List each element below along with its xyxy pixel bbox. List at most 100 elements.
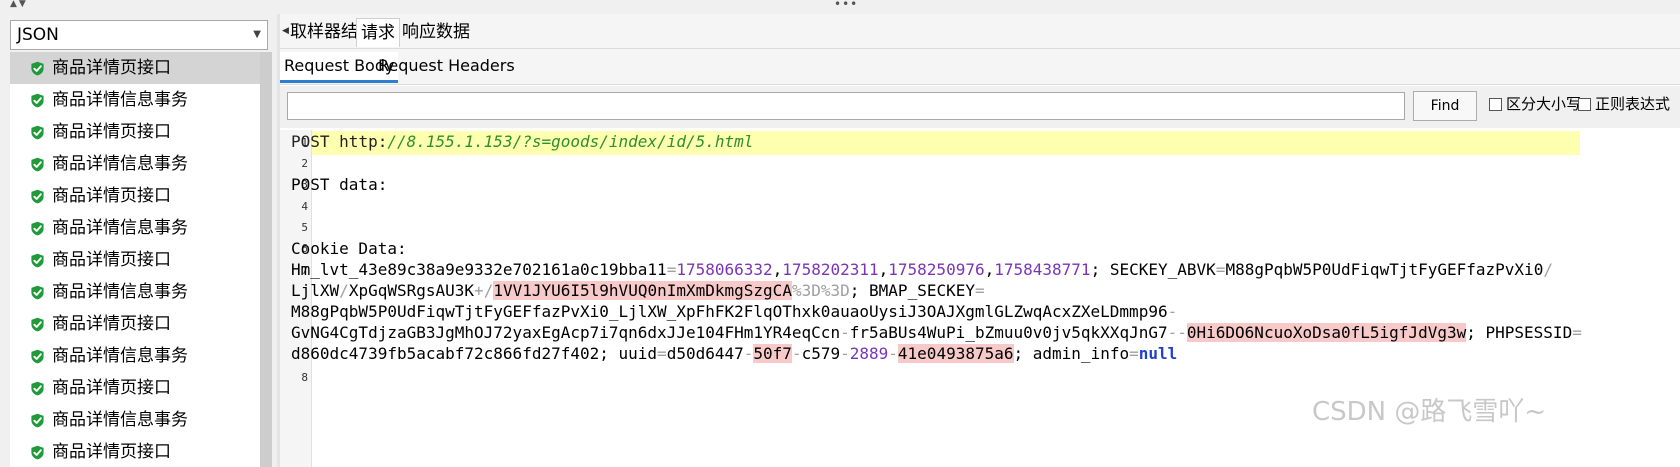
- result-tree-item[interactable]: 商品详情页接口: [10, 116, 260, 148]
- watermark: CSDN @路飞雪吖~: [1312, 397, 1547, 427]
- result-tree-item[interactable]: 商品详情页接口: [10, 372, 260, 404]
- code-token: %3D: [791, 281, 821, 300]
- result-tree-item[interactable]: 商品详情页接口: [10, 436, 260, 467]
- code-token: =: [1572, 323, 1582, 342]
- code-token: /: [483, 281, 494, 300]
- success-shield-icon: [31, 349, 44, 364]
- result-tree-item-label: 商品详情页接口: [52, 58, 171, 78]
- success-shield-icon: [31, 413, 44, 428]
- code-token: =: [975, 281, 985, 300]
- result-tree-item[interactable]: 商品详情页接口: [10, 244, 260, 276]
- chevron-down-icon[interactable]: ▼: [253, 21, 261, 49]
- success-shield-icon: [31, 285, 44, 300]
- result-tree-item[interactable]: 商品详情页接口: [10, 52, 260, 84]
- results-tree-panel: JSON ▼ 商品详情页接口 商品详情信息事务 商品详情页接口 商品详情信息事务 商品详…: [0, 14, 277, 467]
- success-shield-icon: [31, 317, 44, 332]
- success-shield-icon: [31, 221, 44, 236]
- line-number: 8: [301, 371, 308, 384]
- result-tabs: ◀ 取样器结果 请求 响应数据: [280, 14, 1680, 49]
- code-line-7e: d860dc4739fb5acabf72c866fd27f402; uuid=d…: [291, 343, 1177, 364]
- result-tree-item[interactable]: 商品详情信息事务: [10, 404, 260, 436]
- code-token: ; PHPSESSID: [1466, 323, 1573, 342]
- code-token: LjlXW: [291, 281, 340, 300]
- success-shield-icon: [31, 253, 44, 268]
- line-number: 5: [301, 221, 308, 234]
- code-token: 1758066332: [676, 260, 773, 279]
- code-token: 0Hi6DO6NcuoXoDsa0fL5igfJdVg3w: [1186, 323, 1467, 342]
- code-token: ,: [984, 260, 995, 279]
- code-token: =: [666, 260, 677, 279]
- code-token: /: [1543, 260, 1553, 279]
- code-token: =: [1129, 344, 1139, 363]
- result-tree-item-label: 商品详情页接口: [52, 378, 171, 398]
- top-splitter[interactable]: ▲▼ •••: [0, 0, 1680, 15]
- code-token: -: [840, 344, 850, 363]
- splitter-grip-icon[interactable]: •••: [834, 0, 858, 11]
- success-shield-icon: [31, 93, 44, 108]
- result-tree-item[interactable]: 商品详情页接口: [10, 180, 260, 212]
- code-token: Cookie Data:: [291, 239, 407, 258]
- regex-label: 正则表达式: [1595, 95, 1671, 113]
- collapse-arrows-icon[interactable]: ▲▼: [10, 0, 28, 9]
- code-line-7d: GvNG4CgTdjzaGB3JgMhOJ72yaxEgAcp7i7qn6dxJ…: [291, 322, 1582, 343]
- code-token: Hm_lvt_43e89c38a9e9332e702161a0c19bba11: [291, 260, 667, 279]
- code-token: fr5aBUs4WuPi_bZmuu0v0jv5qkXXqJnG7: [849, 323, 1168, 342]
- success-shield-icon: [31, 381, 44, 396]
- result-tree-item[interactable]: 商品详情信息事务: [10, 276, 260, 308]
- result-tree-item-label: 商品详情信息事务: [52, 90, 188, 110]
- result-tree-item-label: 商品详情信息事务: [52, 218, 188, 238]
- code-token: M88gPqbW5P0UdFiqwTjtFyGEFfazPvXi0: [1225, 260, 1544, 279]
- code-token: =: [657, 344, 667, 363]
- search-input[interactable]: [287, 92, 1405, 120]
- code-token: %3D: [820, 281, 850, 300]
- result-tree-item-label: 商品详情信息事务: [52, 346, 188, 366]
- code-token: 1758202311: [782, 260, 879, 279]
- code-token: ; uuid: [599, 344, 658, 363]
- result-tree-item[interactable]: 商品详情信息事务: [10, 148, 260, 180]
- code-token: 1758438771: [994, 260, 1091, 279]
- case-sensitive-checkbox[interactable]: [1489, 98, 1502, 111]
- code-token: -: [840, 323, 850, 342]
- result-tree-item-label: 商品详情页接口: [52, 314, 171, 334]
- search-bar: Find 区分大小写 正则表达式: [280, 86, 1680, 128]
- code-line-7b: LjlXW/XpGqWSRgsAU3K+/1VV1JYU6I5l9hVUQ0nI…: [291, 280, 985, 301]
- code-token: POST: [291, 132, 340, 151]
- code-token: ,: [878, 260, 889, 279]
- result-tree-item-label: 商品详情页接口: [52, 186, 171, 206]
- success-shield-icon: [31, 125, 44, 140]
- code-token: GvNG4CgTdjzaGB3JgMhOJ72yaxEgAcp7i7qn6dxJ…: [291, 323, 841, 342]
- result-tree-item[interactable]: 商品详情信息事务: [10, 84, 260, 116]
- code-token: --: [1167, 323, 1187, 342]
- find-button[interactable]: Find: [1413, 91, 1477, 121]
- result-tree-item-label: 商品详情页接口: [52, 122, 171, 142]
- result-tree-item[interactable]: 商品详情信息事务: [10, 340, 260, 372]
- line-number: 2: [301, 157, 308, 170]
- tab-response-data[interactable]: 响应数据: [398, 18, 474, 46]
- code-token: /: [339, 281, 349, 300]
- code-line-3: POST data:: [291, 174, 387, 195]
- tab-request-headers[interactable]: Request Headers: [374, 52, 519, 80]
- code-token: +: [474, 281, 484, 300]
- result-tree-item-label: 商品详情信息事务: [52, 282, 188, 302]
- code-token: -: [743, 344, 754, 363]
- code-token: -: [888, 344, 898, 363]
- regex-checkbox[interactable]: [1578, 98, 1591, 111]
- result-tree-item-label: 商品详情信息事务: [52, 154, 188, 174]
- result-tree-item[interactable]: 商品详情页接口: [10, 308, 260, 340]
- code-token: =: [1215, 260, 1226, 279]
- results-tree: 商品详情页接口 商品详情信息事务 商品详情页接口 商品详情信息事务 商品详情页接口 商品详…: [10, 52, 260, 467]
- code-token: -: [791, 344, 802, 363]
- request-subtabs: Request Body Request Headers: [280, 49, 1680, 85]
- code-token: 41e0493875a6: [897, 344, 1014, 363]
- tab-request[interactable]: 请求: [356, 18, 400, 47]
- code-token: ; SECKEY_ABVK: [1090, 260, 1216, 279]
- code-token: M88gPqbW5P0UdFiqwTjtFyGEFfazPvXi0_LjlXW_…: [291, 302, 1168, 321]
- renderer-select[interactable]: JSON ▼: [10, 20, 268, 50]
- code-token: XpGqWSRgsAU3K: [348, 281, 475, 300]
- code-token: 1758250976: [888, 260, 985, 279]
- code-line-7a: Hm_lvt_43e89c38a9e9332e702161a0c19bba11=…: [291, 259, 1553, 280]
- tree-scrollbar[interactable]: [260, 52, 272, 467]
- result-tree-item[interactable]: 商品详情信息事务: [10, 212, 260, 244]
- code-token: null: [1138, 344, 1178, 363]
- code-token: d860dc4739fb5acabf72c866fd27f402: [291, 344, 600, 363]
